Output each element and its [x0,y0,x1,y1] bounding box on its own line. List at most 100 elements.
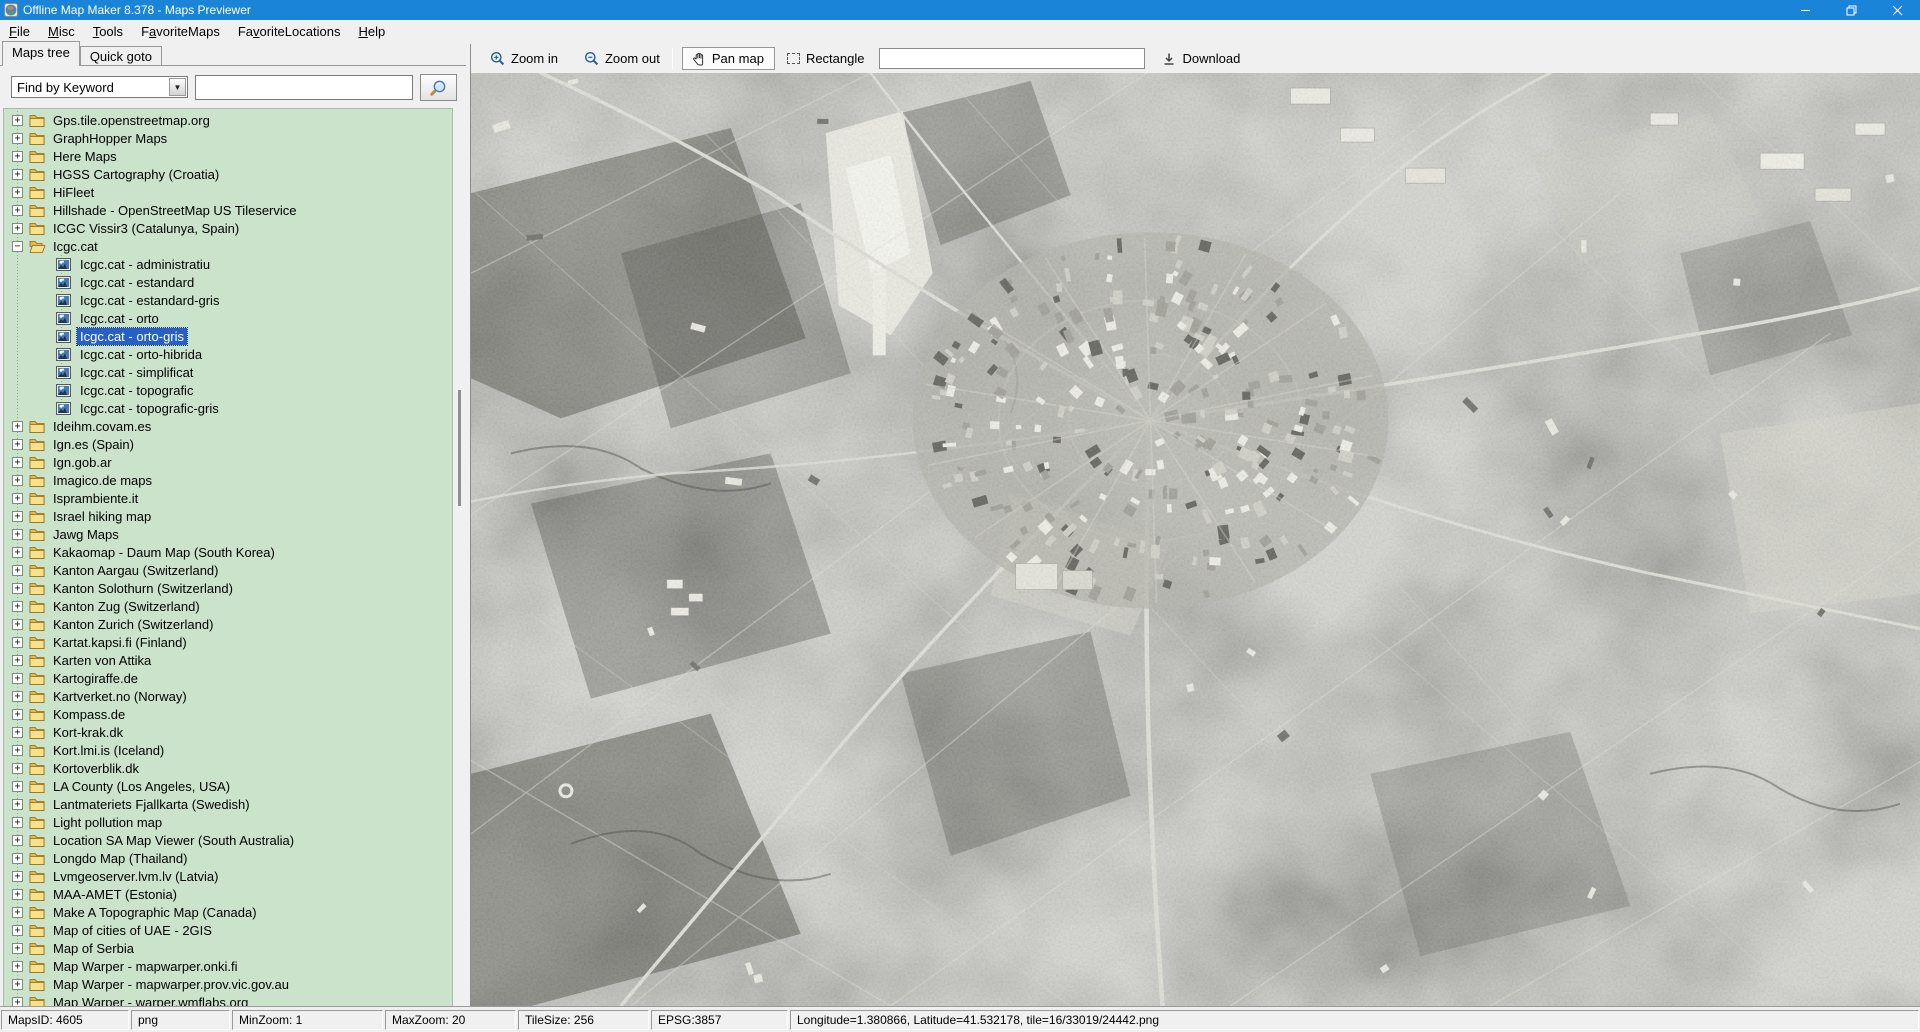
tree-item[interactable]: Icgc.cat - topografic [4,381,452,399]
tree-item-label[interactable]: Kartogiraffe.de [50,670,141,687]
expand-icon[interactable]: + [12,835,23,846]
tree-item-label[interactable]: Kanton Solothurn (Switzerland) [50,580,236,597]
tree-item[interactable]: +Here Maps [4,147,452,165]
tree-item-label[interactable]: HiFleet [50,184,97,201]
tree-item-label[interactable]: Longdo Map (Thailand) [50,850,190,867]
aerial-map-canvas[interactable] [471,73,1920,1006]
tree-item-label[interactable]: Icgc.cat - administratiu [77,256,213,273]
expand-icon[interactable]: + [12,511,23,522]
tree-item-label[interactable]: Icgc.cat - estandard [77,274,197,291]
tree-item-label[interactable]: GraphHopper Maps [50,130,170,147]
expand-icon[interactable]: + [12,187,23,198]
tree-item-label[interactable]: Location SA Map Viewer (South Australia) [50,832,297,849]
expand-icon[interactable]: + [12,745,23,756]
tree-item-label[interactable]: Icgc.cat - topografic [77,382,196,399]
tree-item-label[interactable]: Kortoverblik.dk [50,760,142,777]
find-mode-dropdown[interactable]: Find by Keyword ▼ [11,76,188,98]
tree-item[interactable]: + Light pollution map [4,813,452,831]
expand-icon[interactable]: + [12,151,23,162]
tree-item[interactable]: Icgc.cat - orto-hibrida [4,345,452,363]
tree-item-label[interactable]: Isprambiente.it [50,490,141,507]
expand-icon[interactable]: + [12,997,23,1007]
expand-icon[interactable]: + [12,619,23,630]
tree-item[interactable]: +Map of Serbia [4,939,452,957]
expand-icon[interactable]: + [12,115,23,126]
expand-icon[interactable]: + [12,961,23,972]
search-button[interactable] [420,74,457,101]
expand-icon[interactable]: + [12,853,23,864]
tree-item-label[interactable]: Kanton Zug (Switzerland) [50,598,203,615]
map-viewport[interactable] [471,73,1920,1006]
expand-icon[interactable]: + [12,421,23,432]
tree-item-label[interactable]: Karten von Attika [50,652,154,669]
tree-item[interactable]: +Ign.gob.ar [4,453,452,471]
tree-item-label[interactable]: Icgc.cat - simplificat [77,364,196,381]
toolbar-input[interactable] [879,48,1145,69]
tree-item[interactable]: +Make A Topographic Map (Canada) [4,903,452,921]
expand-icon[interactable]: + [12,817,23,828]
tree-item-label[interactable]: Kartat.kapsi.fi (Finland) [50,634,190,651]
tree-item[interactable]: + Longdo Map (Thailand) [4,849,452,867]
tree-item[interactable]: +Isprambiente.it [4,489,452,507]
tree-item-label[interactable]: Icgc.cat - orto-gris [77,328,187,345]
tree-item-label[interactable]: Icgc.cat [50,238,101,255]
tree-item[interactable]: +Kanton Solothurn (Switzerland) [4,579,452,597]
tree-item-label[interactable]: ICGC Vissir3 (Catalunya, Spain) [50,220,242,237]
expand-icon[interactable]: + [12,799,23,810]
expand-icon[interactable]: + [12,475,23,486]
menu-favoritemaps[interactable]: FavoriteMaps [132,21,229,42]
expand-icon[interactable]: + [12,223,23,234]
tree-item[interactable]: + Kanton Zurich (Switzerland) [4,615,452,633]
minimize-button[interactable] [1782,0,1828,20]
collapse-icon[interactable]: − [12,241,23,252]
menu-misc[interactable]: Misc [39,21,84,42]
restore-button[interactable] [1828,0,1874,20]
tree-item-label[interactable]: Lantmateriets Fjallkarta (Swedish) [50,796,253,813]
tree-item-label[interactable]: Light pollution map [50,814,165,831]
tree-item[interactable]: +LA County (Los Angeles, USA) [4,777,452,795]
tree-item-label[interactable]: Hillshade - OpenStreetMap US Tileservice [50,202,300,219]
tree-item[interactable]: +Kort.lmi.is (Iceland) [4,741,452,759]
close-button[interactable] [1874,0,1920,20]
expand-icon[interactable]: + [12,601,23,612]
expand-icon[interactable]: + [12,889,23,900]
tree-item[interactable]: + Israel hiking map [4,507,452,525]
tree-scrollbar[interactable] [454,108,465,1006]
tab-quick-goto[interactable]: Quick goto [80,46,162,65]
tree-item[interactable]: Icgc.cat - estandard-gris [4,291,452,309]
tree-item-label[interactable]: Icgc.cat - orto-hibrida [77,346,205,363]
zoom-out-button[interactable]: Zoom out [578,48,666,69]
tree-item-label[interactable]: Gps.tile.openstreetmap.org [50,112,213,129]
tree-item[interactable]: + HiFleet [4,183,452,201]
rectangle-button[interactable]: Rectangle [781,48,871,69]
tab-maps-tree[interactable]: Maps tree [2,41,80,66]
tree-item-label[interactable]: Jawg Maps [50,526,122,543]
tree-item[interactable]: +Kanton Aargau (Switzerland) [4,561,452,579]
tree-item[interactable]: + Jawg Maps [4,525,452,543]
tree-item-label[interactable]: MAA-AMET (Estonia) [50,886,180,903]
tree-item-label[interactable]: Kanton Zurich (Switzerland) [50,616,216,633]
tree-item-label[interactable]: HGSS Cartography (Croatia) [50,166,222,183]
tree-item[interactable]: + Location SA Map Viewer (South Australia… [4,831,452,849]
tree-item-label[interactable]: Icgc.cat - orto [77,310,162,327]
tree-item[interactable]: +GraphHopper Maps [4,129,452,147]
expand-icon[interactable]: + [12,529,23,540]
tree-item[interactable]: +Lvmgeoserver.lvm.lv (Latvia) [4,867,452,885]
expand-icon[interactable]: + [12,565,23,576]
expand-icon[interactable]: + [12,727,23,738]
expand-icon[interactable]: + [12,781,23,792]
tree-item[interactable]: + Kanton Zug (Switzerland) [4,597,452,615]
tree-item-label[interactable]: Map of Serbia [50,940,137,957]
expand-icon[interactable]: + [12,925,23,936]
expand-icon[interactable]: + [12,871,23,882]
tree-item[interactable]: + Lantmateriets Fjallkarta (Swedish) [4,795,452,813]
tree-item-label[interactable]: Israel hiking map [50,508,154,525]
expand-icon[interactable]: + [12,457,23,468]
tree-item[interactable]: +Kartverket.no (Norway) [4,687,452,705]
download-button[interactable]: Download [1156,48,1246,69]
tree-item[interactable]: Icgc.cat - orto-gris [4,327,452,345]
menu-favoritelocations[interactable]: FavoriteLocations [229,21,350,42]
tree-item-label[interactable]: Kort-krak.dk [50,724,126,741]
expand-icon[interactable]: + [12,205,23,216]
tree-item[interactable]: +Map Warper - mapwarper.onki.fi [4,957,452,975]
